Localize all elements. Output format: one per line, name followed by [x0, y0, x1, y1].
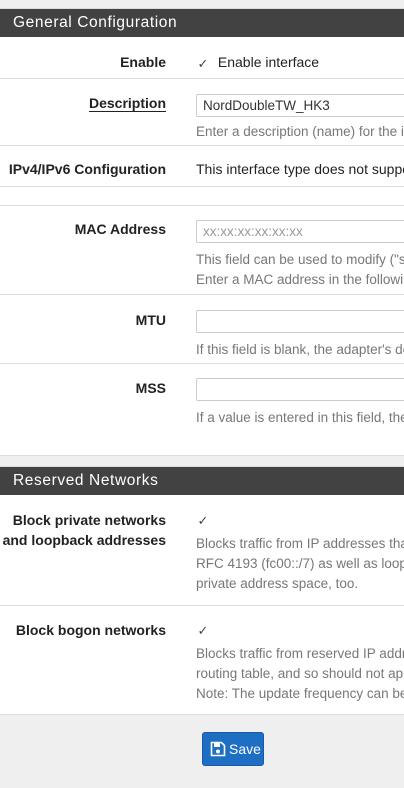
save-button-label: Save [229, 741, 261, 757]
mss-label: MSS [135, 380, 166, 396]
reserved-networks-heading: Reserved Networks [0, 467, 404, 495]
enable-row: Enable ✓ Enable interface [0, 37, 404, 78]
block-bogon-help-2: routing table, and so should not appear … [196, 666, 404, 681]
ipconfig-text: This interface type does not support man… [196, 161, 404, 177]
mtu-help: If this field is blank, the adapter's de… [196, 342, 404, 357]
enable-checkbox-label[interactable]: Enable interface [218, 54, 319, 70]
ipconfig-control: This interface type does not support man… [196, 159, 404, 179]
mac-address-help-1: This field can be used to modify ("spoof… [196, 252, 404, 267]
mss-control: If a value is entered in this field, the… [196, 378, 404, 428]
block-private-checkbox[interactable]: ✓ [196, 514, 210, 528]
mss-input[interactable] [196, 378, 404, 401]
description-row: Description Enter a description (name) f… [0, 78, 404, 145]
mac-address-help-2: Enter a MAC address in the following for… [196, 272, 404, 287]
block-private-row: Block private networks and loopback addr… [0, 495, 404, 605]
block-private-help-2: RFC 4193 (fc00::/7) as well as loopback … [196, 556, 404, 571]
block-private-help-3: private address space, too. [196, 576, 359, 591]
ipconfig-row: IPv4/IPv6 Configuration This interface t… [0, 145, 404, 186]
block-bogon-help-3: Note: The update frequency can be change… [196, 686, 404, 701]
block-private-label: Block private networks and loopback addr… [2, 512, 166, 548]
mac-address-control: This field can be used to modify ("spoof… [196, 220, 404, 290]
mac-address-label: MAC Address [74, 221, 166, 237]
mtu-label: MTU [135, 312, 166, 328]
block-private-control: ✓ Blocks traffic from IP addresses that … [196, 511, 404, 594]
general-configuration-heading: General Configuration [0, 9, 404, 37]
mss-help: If a value is entered in this field, the… [196, 410, 404, 425]
block-bogon-control: ✓ Blocks traffic from reserved IP addres… [196, 621, 404, 704]
mtu-input[interactable] [196, 310, 404, 333]
reserved-networks-panel: Reserved Networks Block private networks… [0, 466, 404, 715]
save-button[interactable]: Save [202, 732, 264, 766]
enable-checkbox[interactable]: ✓ [196, 57, 210, 71]
description-control: Enter a description (name) for the inter… [196, 94, 404, 142]
mss-row: MSS If a value is entered in this field,… [0, 363, 404, 432]
enable-label: Enable [120, 54, 166, 70]
mtu-control: If this field is blank, the adapter's de… [196, 310, 404, 360]
ipconfig-label: IPv4/IPv6 Configuration [8, 161, 166, 177]
block-private-help-1: Blocks traffic from IP addresses that ar… [196, 536, 404, 551]
general-configuration-panel: General Configuration Enable ✓ Enable in… [0, 8, 404, 456]
block-bogon-row: Block bogon networks ✓ Blocks traffic fr… [0, 605, 404, 714]
block-bogon-help-1: Blocks traffic from reserved IP addresse… [196, 646, 404, 661]
mtu-row: MTU If this field is blank, the adapter'… [0, 294, 404, 363]
mac-address-input[interactable] [196, 220, 404, 243]
spacer-row [0, 186, 404, 205]
description-help: Enter a description (name) for the inter… [196, 124, 404, 139]
enable-control: ✓ Enable interface [196, 52, 404, 72]
mac-address-row: MAC Address This field can be used to mo… [0, 205, 404, 294]
description-label[interactable]: Description [89, 93, 166, 113]
description-input[interactable] [196, 94, 404, 117]
save-icon [210, 741, 226, 757]
block-bogon-label: Block bogon networks [15, 622, 166, 638]
block-bogon-checkbox[interactable]: ✓ [196, 624, 210, 638]
